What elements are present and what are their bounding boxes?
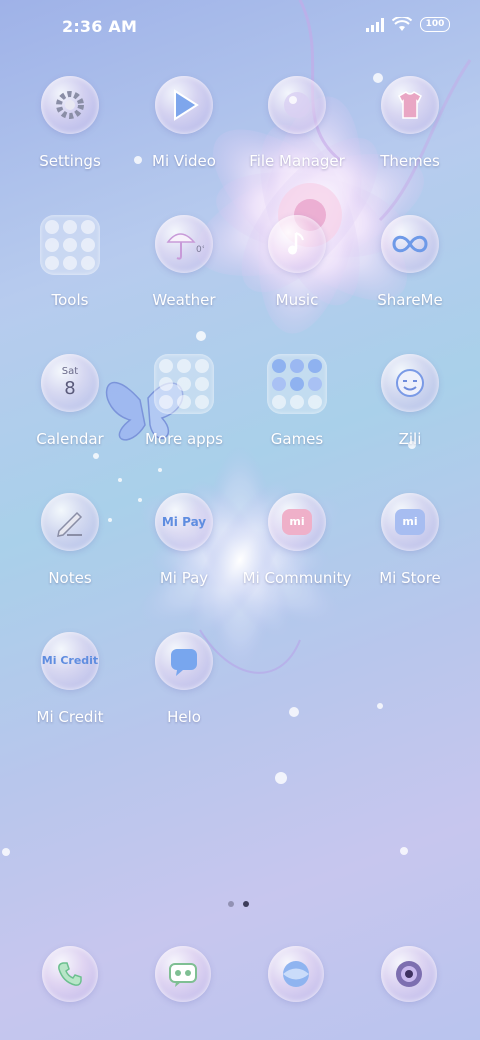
play-icon [155, 76, 213, 134]
app-notes[interactable]: Notes [12, 487, 128, 617]
mi-store-glyph: mi [395, 509, 425, 535]
app-mi-video[interactable]: Mi Video [126, 70, 242, 200]
camera-icon [396, 961, 422, 987]
wifi-icon [392, 17, 412, 31]
app-label: Calendar [36, 430, 104, 448]
browser-icon [283, 961, 309, 987]
app-games[interactable]: Games [239, 348, 355, 478]
app-themes[interactable]: Themes [352, 70, 468, 200]
mi-credit-icon: Mi Credit [41, 632, 99, 690]
app-mi-pay[interactable]: Mi Pay Mi Pay [126, 487, 242, 617]
signal-icon [366, 17, 384, 32]
music-note-icon [268, 215, 326, 273]
app-calendar[interactable]: Sat 8 Calendar [12, 348, 128, 478]
weather-temp: 0° [196, 245, 204, 255]
gear-icon [41, 76, 99, 134]
app-mi-community[interactable]: mi Mi Community [239, 487, 355, 617]
page-dot-active[interactable] [243, 901, 249, 907]
pencil-icon [41, 493, 99, 551]
app-mi-store[interactable]: mi Mi Store [352, 487, 468, 617]
app-helo[interactable]: Helo [126, 626, 242, 756]
app-label: Mi Community [242, 569, 352, 587]
mi-store-icon: mi [381, 493, 439, 551]
infinity-icon [381, 215, 439, 273]
page-dot[interactable] [228, 901, 234, 907]
face-icon [381, 354, 439, 412]
app-label: ShareMe [377, 291, 443, 309]
status-time: 2:36 AM [62, 17, 138, 36]
folder-grid-icon [40, 215, 100, 275]
page-indicator [228, 901, 249, 907]
battery-icon: 100 [420, 17, 450, 32]
app-file-manager[interactable]: File Manager [239, 70, 355, 200]
app-zili[interactable]: Zili [352, 348, 468, 478]
app-label: Mi Store [379, 569, 441, 587]
calendar-date: 8 [64, 378, 76, 399]
app-settings[interactable]: Settings [12, 70, 128, 200]
app-label: File Manager [249, 152, 345, 170]
folder-grid-icon [267, 354, 327, 414]
mi-community-icon: mi [268, 493, 326, 551]
dock-camera[interactable] [381, 946, 437, 1002]
app-more-apps[interactable]: More apps [126, 348, 242, 478]
status-icons: 100 [366, 17, 450, 32]
app-label: Themes [380, 152, 440, 170]
dock-messages[interactable] [155, 946, 211, 1002]
mi-community-glyph: mi [282, 509, 312, 535]
tshirt-icon [381, 76, 439, 134]
speech-bubble-icon [155, 632, 213, 690]
app-label: Helo [167, 708, 201, 726]
umbrella-icon: 0° [155, 215, 213, 273]
mi-pay-glyph: Mi Pay [161, 514, 207, 529]
app-tools[interactable]: Tools [12, 209, 128, 339]
app-label: Mi Video [152, 152, 216, 170]
dock-browser[interactable] [268, 946, 324, 1002]
app-label: More apps [144, 430, 223, 448]
app-label: Music [275, 291, 319, 309]
app-label: Mi Pay [159, 569, 209, 587]
calendar-icon: Sat 8 [41, 354, 99, 412]
app-label: Weather [152, 291, 216, 309]
status-bar: 2:36 AM 100 [0, 0, 480, 56]
app-mi-credit[interactable]: Mi Credit Mi Credit [12, 626, 128, 756]
mi-credit-glyph: Mi Credit [41, 654, 99, 667]
mi-pay-icon: Mi Pay [155, 493, 213, 551]
messages-icon [169, 963, 197, 987]
dock-phone[interactable] [42, 946, 98, 1002]
app-label: Games [270, 430, 324, 448]
app-label: Mi Credit [36, 708, 104, 726]
app-music[interactable]: Music [239, 209, 355, 339]
app-shareme[interactable]: ShareMe [352, 209, 468, 339]
app-label: Zili [398, 430, 422, 448]
folder-grid-icon [154, 354, 214, 414]
app-label: Settings [39, 152, 101, 170]
app-label: Tools [51, 291, 89, 309]
app-weather[interactable]: 0° Weather [126, 209, 242, 339]
phone-icon [58, 962, 82, 986]
folder-icon [268, 76, 326, 134]
calendar-day: Sat [61, 366, 79, 377]
app-label: Notes [48, 569, 92, 587]
